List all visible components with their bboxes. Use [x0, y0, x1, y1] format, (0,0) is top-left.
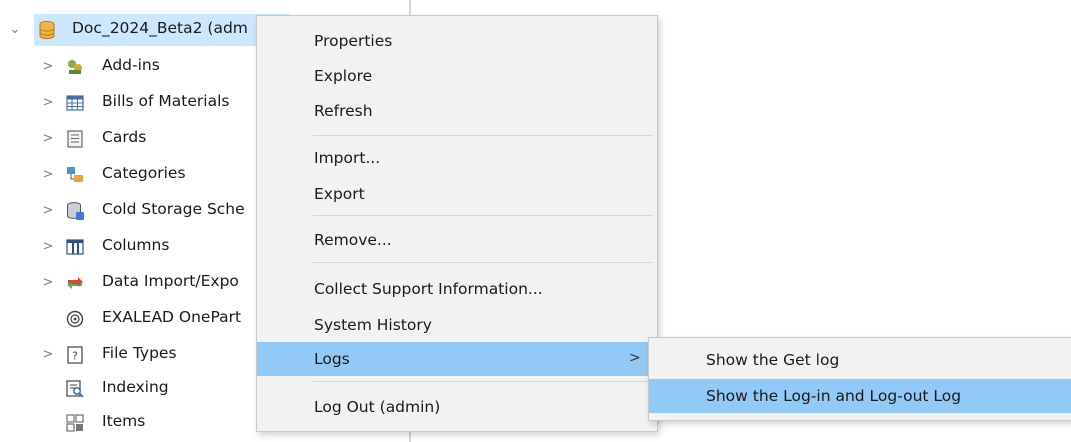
chevron-right-icon[interactable]: > [41, 167, 55, 182]
menu-item-label: System History [314, 316, 432, 334]
menu-item-explore[interactable]: Explore [257, 59, 657, 93]
exalead-icon [65, 309, 85, 329]
tree-item-label: File Types [102, 344, 177, 362]
tree-item-items[interactable]: Items [0, 408, 300, 438]
tree-root-node[interactable]: ⌄ Doc_2024_Beta2 (adm [0, 14, 300, 46]
screen: ⌄ Doc_2024_Beta2 (adm > Add-ins > Bills … [0, 0, 1071, 442]
menu-item-logs[interactable]: Logs > [257, 342, 657, 376]
menu-item-show-get-log[interactable]: Show the Get log [649, 343, 1071, 377]
file-types-icon: ? [65, 345, 85, 365]
chevron-right-icon[interactable]: > [41, 203, 55, 218]
menu-item-label: Show the Log-in and Log-out Log [706, 387, 962, 405]
columns-icon [65, 237, 85, 257]
addins-icon [65, 57, 85, 77]
menu-item-show-login-logout-log[interactable]: Show the Log-in and Log-out Log [649, 379, 1071, 413]
tree-item-data-import-export[interactable]: > Data Import/Expo [0, 268, 300, 298]
tree-item-file-types[interactable]: > ? File Types [0, 340, 300, 370]
indexing-icon [65, 379, 85, 399]
svg-text:?: ? [72, 350, 78, 363]
menu-item-label: Explore [314, 67, 373, 85]
menu-separator [313, 381, 653, 382]
logs-submenu: Show the Get log Show the Log-in and Log… [648, 337, 1071, 421]
database-icon [37, 20, 57, 40]
chevron-right-icon[interactable]: > [41, 239, 55, 254]
chevron-right-icon[interactable]: > [41, 59, 55, 74]
menu-separator [313, 262, 653, 263]
menu-separator [313, 135, 653, 136]
menu-item-label: Remove... [314, 231, 392, 249]
tree-item-cold-storage[interactable]: > Cold Storage Sche [0, 196, 300, 226]
tree-item-label: Bills of Materials [102, 92, 230, 110]
menu-item-properties[interactable]: Properties [257, 24, 657, 58]
chevron-down-icon[interactable]: ⌄ [8, 22, 22, 37]
tree-item-label: Add-ins [102, 56, 160, 74]
menu-item-label: Export [314, 185, 365, 203]
menu-separator [313, 215, 653, 216]
chevron-right-icon[interactable]: > [41, 347, 55, 362]
table-icon [65, 93, 85, 113]
menu-item-system-history[interactable]: System History [257, 308, 657, 342]
menu-item-label: Collect Support Information... [314, 280, 543, 298]
menu-item-remove[interactable]: Remove... [257, 223, 657, 257]
tree-item-add-ins[interactable]: > Add-ins [0, 52, 300, 82]
tree-root-label: Doc_2024_Beta2 (adm [72, 19, 248, 37]
chevron-right-icon[interactable]: > [41, 95, 55, 110]
tree-item-label: Cards [102, 128, 147, 146]
categories-icon [65, 165, 85, 185]
menu-item-label: Show the Get log [706, 351, 840, 369]
tree-item-label: Data Import/Expo [102, 272, 239, 290]
data-import-icon [65, 273, 85, 293]
tree-item-label: EXALEAD OnePart [102, 308, 242, 326]
menu-item-export[interactable]: Export [257, 177, 657, 211]
tree-item-categories[interactable]: > Categories [0, 160, 300, 190]
tree-item-label: Cold Storage Sche [102, 200, 245, 218]
context-menu: Properties Explore Refresh Import... Exp… [256, 15, 658, 432]
tree-item-indexing[interactable]: Indexing [0, 374, 300, 404]
card-icon [65, 129, 85, 149]
menu-item-label: Refresh [314, 102, 373, 120]
tree-item-exalead-onepart[interactable]: EXALEAD OnePart [0, 304, 300, 334]
items-icon [65, 413, 85, 433]
chevron-right-icon[interactable]: > [41, 131, 55, 146]
cold-storage-icon [65, 201, 85, 221]
tree-item-cards[interactable]: > Cards [0, 124, 300, 154]
tree-item-label: Indexing [102, 378, 169, 396]
menu-item-log-out[interactable]: Log Out (admin) [257, 390, 657, 424]
tree-item-label: Columns [102, 236, 170, 254]
menu-item-label: Properties [314, 32, 393, 50]
tree-item-label: Categories [102, 164, 186, 182]
tree-item-bills-of-materials[interactable]: > Bills of Materials [0, 88, 300, 118]
menu-item-label: Logs [314, 350, 350, 368]
chevron-right-icon[interactable]: > [41, 275, 55, 290]
menu-item-import[interactable]: Import... [257, 141, 657, 175]
tree-item-label: Items [102, 412, 146, 430]
menu-item-collect-support-info[interactable]: Collect Support Information... [257, 272, 657, 306]
submenu-arrow-icon: > [629, 350, 641, 366]
menu-item-label: Log Out (admin) [314, 398, 441, 416]
menu-item-refresh[interactable]: Refresh [257, 94, 657, 128]
menu-item-label: Import... [314, 149, 381, 167]
tree-item-columns[interactable]: > Columns [0, 232, 300, 262]
